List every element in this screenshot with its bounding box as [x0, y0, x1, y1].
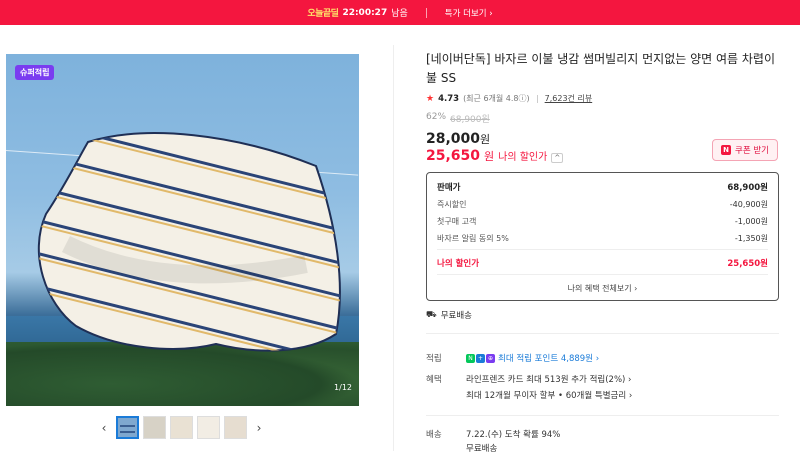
column-divider: [393, 45, 394, 451]
review-link[interactable]: 7,623건 리뷰: [545, 93, 593, 104]
breakdown-value: 68,900원: [727, 183, 768, 193]
rating-row: ★ 4.73 (최근 6개월 4.8ⓘ) 7,623건 리뷰: [426, 93, 786, 104]
breakdown-my-price-label: 나의 할인가: [437, 259, 480, 269]
coupon-button[interactable]: N 쿠폰 받기: [712, 139, 778, 161]
points-link[interactable]: N + ⊕ 최대 적립 포인트 4,889원 ›: [466, 352, 599, 364]
promo-badge: 오늘끝딜: [307, 9, 339, 19]
promo-bar: 오늘끝딜 22:00:27 남음 특가 더보기 ›: [0, 0, 800, 25]
pay-badges-icon: N + ⊕: [466, 354, 495, 363]
super-point-chip: 슈퍼적립: [15, 65, 55, 80]
breakdown-value: -40,900원: [729, 200, 768, 209]
my-price-label: 나의 할인가: [498, 152, 548, 163]
sale-price-value: 28,000: [426, 131, 481, 147]
card-benefit-link[interactable]: 라인프렌즈 카드 최대 513원 추가 적립(2%) ›: [466, 373, 631, 385]
my-price-value: 25,650: [426, 148, 481, 164]
rating-divider: [536, 94, 538, 103]
thumbnail-1[interactable]: [116, 416, 139, 439]
product-main-image[interactable]: 슈퍼적립 1/12: [6, 54, 359, 406]
discount-row: 62% 68,900원: [426, 112, 786, 125]
rating-score: 4.73: [438, 93, 460, 104]
thumbnail-2[interactable]: [143, 416, 166, 439]
benefit-label: 혜택: [426, 375, 442, 385]
thumbnail-4[interactable]: [197, 416, 220, 439]
my-price-unit: 원: [484, 150, 495, 163]
promo-more-link[interactable]: 특가 더보기 ›: [445, 7, 493, 19]
sale-price-unit: 원: [480, 133, 491, 146]
breakdown-my-price-row: 나의 할인가 25,650원: [437, 257, 768, 269]
delivery-label: 배송: [426, 430, 442, 440]
promo-countdown-suffix: 남음: [391, 9, 408, 19]
shipping-row: ⛟ 무료배송: [426, 309, 472, 322]
view-all-benefits-link[interactable]: 나의 혜택 전체보기 ›: [427, 283, 778, 294]
breakdown-value: -1,350원: [734, 234, 768, 243]
section-divider: [426, 333, 779, 334]
my-price-toggle-icon[interactable]: ^: [551, 153, 564, 163]
thumbnail-3[interactable]: [170, 416, 193, 439]
star-icon: ★: [426, 93, 435, 104]
shipping-label: 무료배송: [440, 311, 472, 321]
coupon-label: 쿠폰 받기: [735, 146, 769, 156]
points-value: 최대 적립 포인트 4,889원 ›: [498, 354, 600, 364]
delivery-estimate: 7.22.(수) 도착 확률 94%: [466, 430, 561, 440]
thumbnail-strip: ‹ ›: [96, 416, 267, 439]
installment-benefit-link[interactable]: 최대 12개월 무이자 할부 • 60개월 특별금리 ›: [466, 389, 632, 401]
breakdown-divider: [437, 274, 768, 275]
breakdown-row: 바자르 알림 동의 5% -1,350원: [437, 233, 768, 244]
breakdown-label: 첫구매 고객: [437, 217, 477, 226]
quilt-illustration: [37, 132, 341, 352]
breakdown-row: 첫구매 고객 -1,000원: [437, 216, 768, 227]
breakdown-my-price-value: 25,650원: [727, 259, 768, 269]
breakdown-value: -1,000원: [734, 217, 768, 226]
truck-icon: ⛟: [426, 309, 437, 320]
promo-countdown: 22:00:27: [342, 7, 388, 18]
price-breakdown: 판매가 68,900원 즉시할인 -40,900원 첫구매 고객 -1,000원…: [426, 172, 779, 301]
breakdown-row: 즉시할인 -40,900원: [437, 199, 768, 210]
rating-recent[interactable]: (최근 6개월 4.8ⓘ): [463, 93, 530, 104]
points-label: 적립: [426, 354, 442, 364]
breakdown-divider: [437, 249, 768, 250]
breakdown-label: 판매가: [437, 183, 461, 193]
image-counter: 1/12: [334, 383, 352, 392]
section-divider: [426, 415, 779, 416]
delivery-fee: 무료배송: [466, 444, 498, 454]
thumb-next-icon[interactable]: ›: [251, 421, 267, 435]
naver-logo-icon: N: [721, 145, 731, 155]
breakdown-label: 즉시할인: [437, 200, 467, 209]
product-title: [네이버단독] 바자르 이불 냉감 썸머빌리지 먼지없는 양면 여름 차렵이불 …: [426, 52, 776, 85]
thumb-prev-icon[interactable]: ‹: [96, 421, 112, 435]
original-price: 68,900원: [450, 115, 490, 125]
discount-percent: 62%: [426, 112, 447, 122]
breakdown-label: 바자르 알림 동의 5%: [437, 234, 509, 243]
promo-divider: [425, 7, 427, 18]
thumbnail-5[interactable]: [224, 416, 247, 439]
breakdown-row: 판매가 68,900원: [437, 181, 768, 193]
